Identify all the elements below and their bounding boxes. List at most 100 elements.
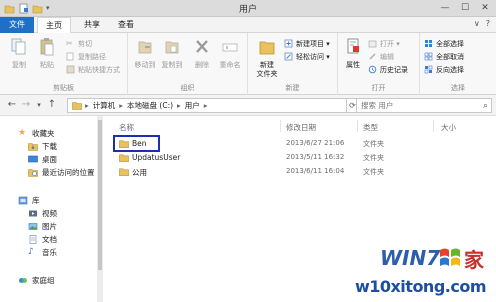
breadcrumb-separator: ▸ <box>203 101 208 110</box>
music-icon: ♪ <box>28 247 34 257</box>
window-controls: — ☐ ✕ <box>438 2 492 14</box>
new-group: 新建 文件夹 新建项目 ▾ 轻松访问 ▾ 新建 <box>248 33 338 95</box>
breadcrumb-users[interactable]: 用户 <box>185 100 200 111</box>
new-group-label: 新建 <box>285 84 300 92</box>
copy-path-icon <box>66 52 74 61</box>
rename-icon <box>222 43 238 52</box>
new-item-button[interactable]: 新建项目 ▾ <box>284 38 330 49</box>
file-row[interactable]: Ben 2013/6/27 21:06 文件夹 <box>111 138 496 151</box>
address-bar[interactable]: ▸ 计算机 ▸ 本地磁盘 (C:) ▸ 用户 ▸ <box>67 98 347 113</box>
expand-ribbon-icon[interactable]: ∨ <box>474 19 480 28</box>
breadcrumb-computer[interactable]: 计算机 <box>93 100 116 111</box>
new-folder-button[interactable]: 新建 文件夹 <box>254 37 280 79</box>
folder-icon <box>119 154 129 162</box>
organize-group-label: 组织 <box>180 84 195 92</box>
main-area: ★ 收藏夹 下载 桌面 最近访问的位置 库 视频 图片 文档 ♪ 音乐 家庭组 … <box>0 116 496 302</box>
file-list: 名称 修改日期 类型 大小 Ben 2013/6/27 21:06 文件夹 Up… <box>103 116 496 302</box>
recent-locations-button[interactable]: ▾ <box>33 99 45 111</box>
svg-text:WIN7: WIN7 <box>380 246 440 270</box>
tab-home[interactable]: 主页 <box>37 17 71 34</box>
tab-view[interactable]: 查看 <box>112 17 140 33</box>
ribbon-help-controls: ∨ ? <box>474 19 490 28</box>
help-button[interactable]: ? <box>486 19 490 28</box>
paste-button[interactable]: 粘贴 <box>36 37 58 70</box>
svg-text:家: 家 <box>464 248 485 272</box>
properties-button[interactable]: 属性 <box>342 37 364 70</box>
file-name: UpdatusUser <box>132 153 181 162</box>
search-placeholder: 搜索 用户 <box>361 101 394 110</box>
sidebar-item-recent[interactable]: 最近访问的位置 <box>28 167 95 178</box>
easy-access-button[interactable]: 轻松访问 ▾ <box>284 51 330 62</box>
scrollbar-thumb[interactable] <box>98 120 102 270</box>
star-icon: ★ <box>18 128 27 138</box>
sidebar-item-homegroup[interactable]: 家庭组 <box>18 275 55 286</box>
homegroup-icon <box>19 278 27 283</box>
column-divider[interactable] <box>357 120 358 132</box>
sidebar-item-libraries[interactable]: 库 <box>18 195 40 206</box>
copy-icon <box>11 38 26 55</box>
maximize-button[interactable]: ☐ <box>458 2 472 14</box>
video-icon <box>29 210 37 217</box>
pictures-icon <box>28 223 38 230</box>
file-row[interactable]: 公用 2013/6/11 16:04 文件夹 <box>111 166 496 179</box>
sidebar-item-videos[interactable]: 视频 <box>28 208 57 219</box>
watermark-url: w10xitong.com <box>354 277 487 296</box>
file-date: 2013/5/11 16:32 <box>286 153 345 161</box>
search-input[interactable]: 搜索 用户 ⌕ <box>356 98 492 113</box>
close-button[interactable]: ✕ <box>478 2 492 14</box>
column-header-type[interactable]: 类型 <box>363 122 378 133</box>
open-group-label: 打开 <box>371 84 386 92</box>
ribbon-tabs: 文件 主页 共享 查看 ∨ ? <box>0 17 496 34</box>
folder-icon <box>119 168 129 176</box>
delete-icon <box>196 40 208 53</box>
history-button[interactable]: 历史记录 <box>368 64 408 75</box>
cut-button[interactable]: ✂ 剪切 <box>66 38 92 49</box>
sidebar-item-music[interactable]: ♪ 音乐 <box>28 247 57 258</box>
organize-group: 移动到 复制到 删除 重命名 组织 <box>128 33 248 95</box>
win7-logo: WIN7 家 <box>380 246 485 272</box>
copy-to-button[interactable]: 复制到 <box>161 37 183 70</box>
sidebar-item-documents[interactable]: 文档 <box>28 234 57 245</box>
sidebar-item-favorites[interactable]: ★ 收藏夹 <box>18 128 55 139</box>
paste-shortcut-icon <box>66 65 75 74</box>
documents-icon <box>29 235 37 244</box>
select-group: 全部选择 全部取消 反向选择 选择 <box>420 33 496 95</box>
tab-file[interactable]: 文件 <box>0 17 34 33</box>
file-date: 2013/6/27 21:06 <box>286 139 345 147</box>
copy-button[interactable]: 复制 <box>8 37 30 70</box>
select-all-button[interactable]: 全部选择 <box>424 38 464 49</box>
paste-shortcut-button[interactable]: 粘贴快捷方式 <box>66 64 120 75</box>
up-button[interactable]: ↑ <box>46 99 58 111</box>
easy-access-icon <box>284 52 293 61</box>
edit-button[interactable]: 编辑 <box>368 51 394 62</box>
column-divider[interactable] <box>433 120 434 132</box>
copy-path-button[interactable]: 复制路径 <box>66 51 106 62</box>
properties-icon <box>347 38 359 54</box>
rename-button[interactable]: 重命名 <box>219 37 241 70</box>
sidebar-item-pictures[interactable]: 图片 <box>28 221 57 232</box>
highlight-box <box>113 135 160 152</box>
back-button[interactable]: ← <box>6 99 18 111</box>
column-header-size[interactable]: 大小 <box>441 122 456 133</box>
forward-button[interactable]: → <box>20 99 32 111</box>
move-to-button[interactable]: 移动到 <box>134 37 156 70</box>
clipboard-group-label: 剪贴板 <box>53 84 74 92</box>
file-row[interactable]: UpdatusUser 2013/5/11 16:32 文件夹 <box>111 152 496 165</box>
minimize-button[interactable]: — <box>438 2 452 14</box>
new-folder-icon <box>259 41 275 55</box>
sidebar-item-downloads[interactable]: 下载 <box>28 141 57 152</box>
column-header-date[interactable]: 修改日期 <box>286 122 316 133</box>
open-button[interactable]: 打开 ▾ <box>368 38 400 49</box>
recent-places-icon <box>28 169 38 177</box>
invert-selection-button[interactable]: 反向选择 <box>424 64 464 75</box>
breadcrumb-local-disk[interactable]: 本地磁盘 (C:) <box>127 100 173 111</box>
sidebar-item-desktop[interactable]: 桌面 <box>28 154 57 165</box>
breadcrumb-separator: ▸ <box>177 101 181 110</box>
delete-button[interactable]: 删除 <box>191 37 213 70</box>
select-none-button[interactable]: 全部取消 <box>424 51 464 62</box>
column-header-name[interactable]: 名称 <box>119 122 134 133</box>
tab-share[interactable]: 共享 <box>78 17 106 33</box>
library-icon <box>18 196 28 205</box>
open-icon <box>368 40 377 48</box>
column-divider[interactable] <box>280 120 281 132</box>
